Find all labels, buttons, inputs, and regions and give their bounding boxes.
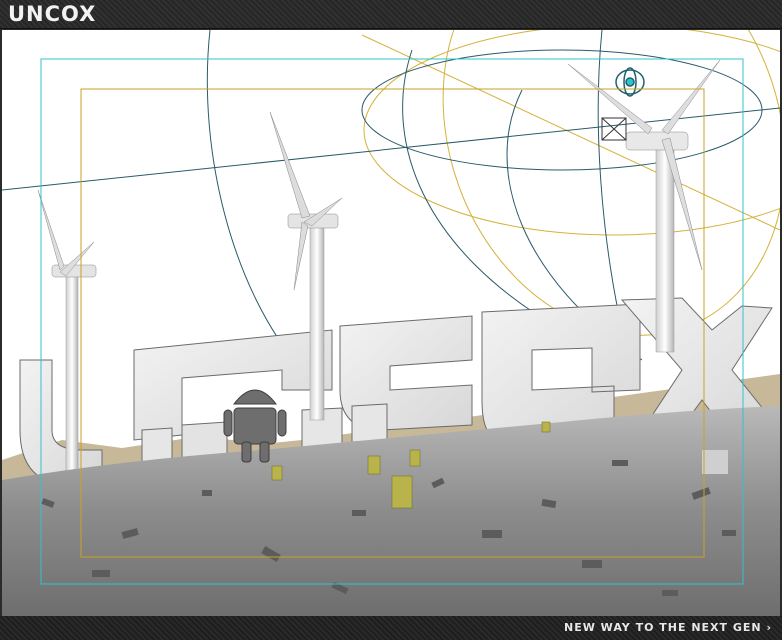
light-icon xyxy=(615,67,645,97)
tagline-text: NEW WAY TO THE NEXT GEN xyxy=(564,621,762,634)
3d-viewport[interactable] xyxy=(2,30,780,616)
viewport-render xyxy=(2,30,780,616)
top-bar: UNCOX xyxy=(0,0,782,29)
camera-target-icon xyxy=(601,117,627,141)
next-gen-link[interactable]: NEW WAY TO THE NEXT GEN › xyxy=(564,621,772,634)
app-logo: UNCOX xyxy=(8,2,97,26)
chevron-right-icon: › xyxy=(766,621,772,634)
bottom-bar: NEW WAY TO THE NEXT GEN › xyxy=(0,616,782,640)
